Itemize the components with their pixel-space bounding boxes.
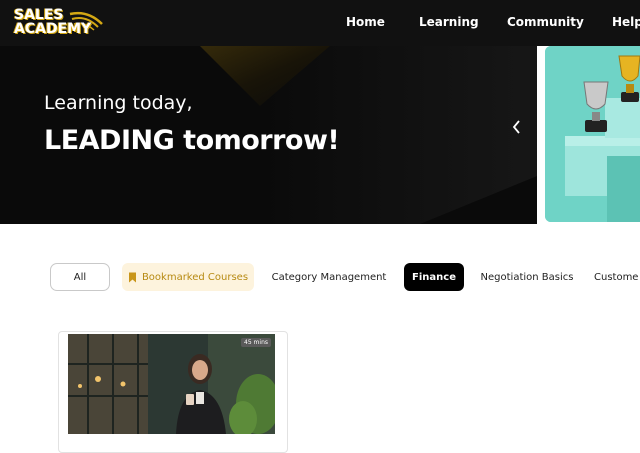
course-card[interactable]: 45 mins: [58, 331, 288, 453]
filter-chip-label: Finance: [412, 271, 456, 283]
filter-chip-label: Bookmarked Courses: [141, 271, 249, 283]
course-thumbnail-photo: [68, 334, 275, 434]
top-navigation-bar: SALES ACADEMY Home Learning Community He…: [0, 0, 640, 46]
next-slide-preview[interactable]: [545, 46, 640, 222]
hero-heading-line1: Learning today,: [44, 92, 193, 114]
filter-chip-label: Custome: [594, 271, 639, 283]
nav-help-center[interactable]: Help C: [612, 15, 640, 29]
filter-chip-all[interactable]: All: [50, 263, 110, 291]
filter-chip-category-management[interactable]: Category Management: [268, 263, 390, 291]
hero-banner: Learning today, LEADING tomorrow!: [0, 46, 537, 224]
nav-community[interactable]: Community: [507, 15, 584, 29]
filter-chip-label: Category Management: [271, 271, 387, 283]
filter-chip-negotiation-basics[interactable]: Negotiation Basics: [478, 263, 576, 291]
duration-badge: 45 mins: [241, 338, 271, 347]
sales-academy-logo[interactable]: SALES ACADEMY: [12, 6, 108, 40]
filter-chip-finance[interactable]: Finance: [404, 263, 464, 291]
filter-chip-label: All: [73, 271, 87, 283]
nav-learning[interactable]: Learning: [419, 15, 479, 29]
chevron-left-icon: [512, 120, 520, 134]
bookmark-icon: [128, 272, 136, 282]
course-thumbnail[interactable]: 45 mins: [68, 334, 275, 434]
nav-home[interactable]: Home: [346, 15, 385, 29]
carousel-previous-button[interactable]: [508, 116, 526, 138]
trophies-illustration: [545, 46, 640, 222]
filter-chip-label: Negotiation Basics: [480, 271, 574, 283]
hero-heading-line2: LEADING tomorrow!: [44, 125, 340, 156]
filter-chip-bookmarked-courses[interactable]: Bookmarked Courses: [122, 263, 254, 291]
logo-text-academy: ACADEMY: [14, 21, 92, 37]
filter-chip-customer[interactable]: Custome: [594, 263, 640, 291]
